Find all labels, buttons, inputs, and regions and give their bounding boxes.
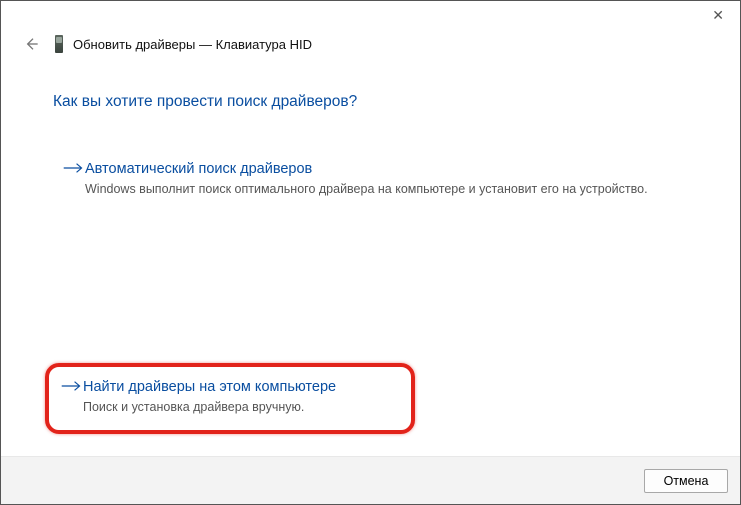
cancel-button[interactable]: Отмена (644, 469, 728, 493)
window-title: Обновить драйверы — Клавиатура HID (73, 37, 312, 52)
option-manual-texts: Найти драйверы на этом компьютере Поиск … (83, 377, 397, 416)
option-manual-search[interactable]: Найти драйверы на этом компьютере Поиск … (61, 377, 397, 416)
option-auto-title: Автоматический поиск драйверов (85, 159, 690, 179)
footer: Отмена (1, 456, 740, 504)
highlight-box: Найти драйверы на этом компьютере Поиск … (45, 363, 415, 434)
option-auto-search[interactable]: Автоматический поиск драйверов Windows в… (63, 155, 698, 208)
page-heading: Как вы хотите провести поиск драйверов? (53, 93, 698, 111)
header: Обновить драйверы — Клавиатура HID (1, 31, 740, 57)
keyboard-device-icon (55, 35, 63, 53)
update-driver-window: ✕ Обновить драйверы — Клавиатура HID Как… (0, 0, 741, 505)
option-manual-title: Найти драйверы на этом компьютере (83, 377, 397, 397)
titlebar: ✕ (1, 1, 740, 31)
option-auto-texts: Автоматический поиск драйверов Windows в… (85, 159, 690, 198)
back-arrow-icon[interactable] (21, 34, 41, 54)
option-auto-desc: Windows выполнит поиск оптимального драй… (85, 181, 690, 198)
option-manual-desc: Поиск и установка драйвера вручную. (83, 399, 397, 416)
arrow-right-icon (61, 379, 83, 393)
arrow-right-icon (63, 161, 85, 175)
content-area: Как вы хотите провести поиск драйверов? … (1, 57, 740, 456)
close-icon[interactable]: ✕ (706, 5, 730, 26)
